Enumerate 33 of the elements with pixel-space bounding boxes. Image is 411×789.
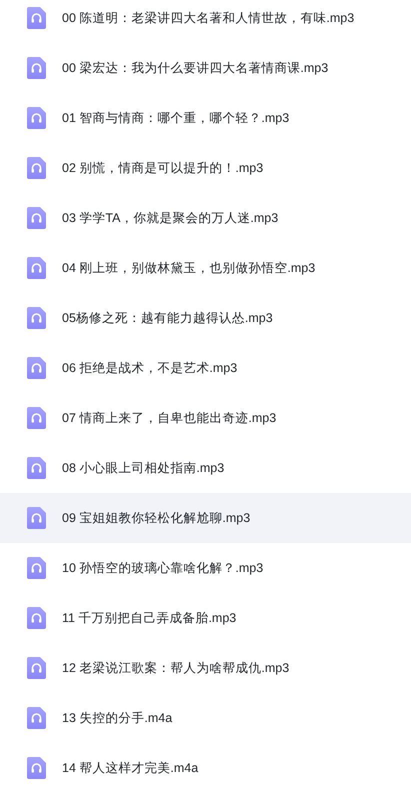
file-name: 00 梁宏达：我为什么要讲四大名著情商课.mp3 xyxy=(62,60,328,77)
audio-file-icon xyxy=(27,107,46,129)
file-row[interactable]: 09 宝姐姐教你轻松化解尬聊.mp3 xyxy=(0,493,411,543)
file-name: 11 千万别把自己弄成备胎.mp3 xyxy=(62,610,236,627)
audio-file-icon xyxy=(27,607,46,629)
audio-file-icon xyxy=(27,657,46,679)
audio-file-icon xyxy=(27,507,46,529)
audio-file-icon xyxy=(27,57,46,79)
file-name: 12 老梁说江歌案：帮人为啥帮成仇.mp3 xyxy=(62,660,290,677)
audio-file-icon xyxy=(27,757,46,779)
file-name: 09 宝姐姐教你轻松化解尬聊.mp3 xyxy=(62,510,250,527)
audio-file-icon xyxy=(27,557,46,579)
file-name: 02 别慌，情商是可以提升的！.mp3 xyxy=(62,160,264,177)
audio-file-icon xyxy=(27,707,46,729)
audio-file-icon xyxy=(27,307,46,329)
audio-file-icon xyxy=(27,207,46,229)
file-name: 08 小心眼上司相处指南.mp3 xyxy=(62,460,224,477)
audio-file-icon xyxy=(27,257,46,279)
audio-file-icon xyxy=(27,457,46,479)
file-name: 01 智商与情商：哪个重，哪个轻？.mp3 xyxy=(62,110,290,127)
file-name: 03 学学TA，你就是聚会的万人迷.mp3 xyxy=(62,210,278,227)
audio-file-icon xyxy=(27,157,46,179)
file-name: 10 孙悟空的玻璃心靠啥化解？.mp3 xyxy=(62,560,264,577)
file-name: 05杨修之死：越有能力越得认怂.mp3 xyxy=(62,310,273,327)
file-name: 06 拒绝是战术，不是艺术.mp3 xyxy=(62,360,238,377)
file-name: 00 陈道明：老梁讲四大名著和人情世故，有味.mp3 xyxy=(62,10,354,27)
file-name: 14 帮人这样才完美.m4a xyxy=(62,760,198,777)
audio-file-icon xyxy=(27,7,46,29)
file-name: 07 情商上来了，自卑也能出奇迹.mp3 xyxy=(62,410,276,427)
audio-file-icon xyxy=(27,407,46,429)
file-name: 04 刚上班，别做林黛玉，也别做孙悟空.mp3 xyxy=(62,260,316,277)
file-name: 13 失控的分手.m4a xyxy=(62,710,172,727)
audio-file-icon xyxy=(27,357,46,379)
